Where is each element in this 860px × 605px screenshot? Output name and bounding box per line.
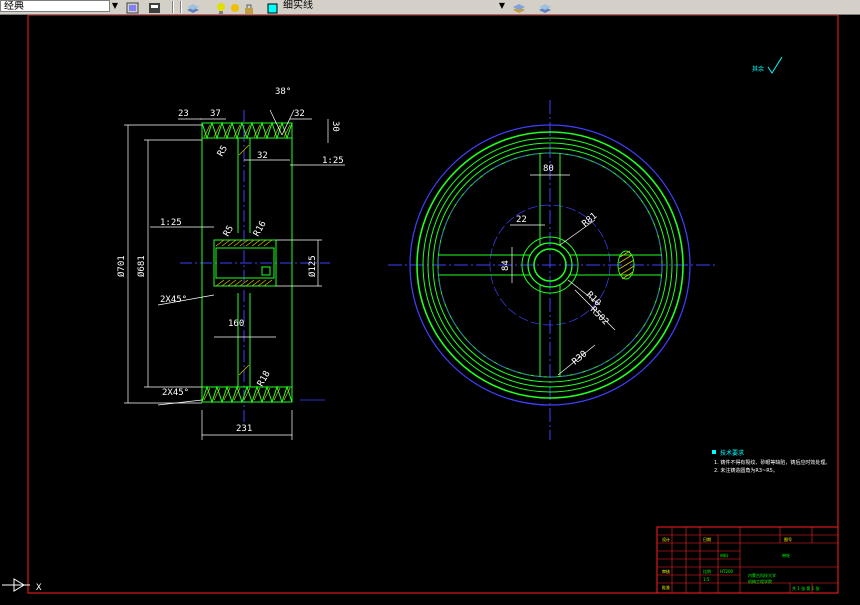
- chevron-down-icon[interactable]: ▼: [109, 0, 121, 12]
- toolbar: 经典 ▼ 细实线 ▼: [0, 0, 860, 15]
- tb-scale: 1:5: [703, 577, 710, 582]
- tb-drawing-no: 图号: [784, 536, 792, 542]
- right-front-view: [388, 100, 718, 440]
- layer-color-icon[interactable]: [266, 0, 280, 14]
- notes-line-2: 2. 未注铸造圆角为R3~R5。: [714, 467, 778, 474]
- dim-style-icon[interactable]: [126, 0, 140, 14]
- tb-school: 内蒙古科技大学: [748, 572, 776, 578]
- sun-icon[interactable]: [228, 0, 242, 13]
- tb-sheet: 共 1 张 第 1 张: [792, 585, 819, 591]
- dim-angle-38: 38°: [275, 87, 291, 97]
- tb-date-label: 日期: [703, 536, 711, 542]
- dim-160: 160: [228, 319, 244, 329]
- table-style-icon[interactable]: [148, 0, 162, 13]
- technical-notes: 技术要求 1. 铸件不得有裂纹、砂眼等缺陷，铸后应时效处理。 2. 未注铸造圆角…: [712, 449, 830, 474]
- right-view-dimensions: 80 22 R81 84 R10 R502 R30: [501, 164, 610, 367]
- tb-design-label: 设计: [662, 536, 670, 542]
- text-style-value: 经典: [4, 1, 24, 12]
- dim-32-mid: 32: [257, 151, 268, 161]
- tb-part-name: 带轮: [782, 552, 790, 558]
- drawing-canvas[interactable]: 23 37 38° 32 30 R5 32 1:25 1:25 R5 R16 Ø…: [0, 15, 860, 605]
- lightbulb-icon[interactable]: [214, 0, 228, 14]
- ucs-x-label: X: [36, 583, 42, 593]
- toolbar-separator: [180, 1, 182, 13]
- drawing-area[interactable]: 23 37 38° 32 30 R5 32 1:25 1:25 R5 R16 Ø…: [0, 15, 860, 605]
- chevron-down-icon[interactable]: ▼: [496, 0, 508, 12]
- dim-r81: R81: [581, 211, 600, 229]
- dim-231: 231: [236, 424, 252, 434]
- make-current-icon[interactable]: [512, 0, 526, 13]
- tb-material: HT200: [720, 569, 734, 574]
- dim-taper-right: 1:25: [322, 156, 344, 166]
- tb-approve-label: 批准: [662, 584, 670, 590]
- lock-icon[interactable]: [242, 0, 256, 14]
- dim-r18: R18: [256, 369, 273, 388]
- roughness-label: 其余: [752, 65, 764, 73]
- tb-scale-label: 比例: [703, 568, 711, 574]
- dim-37: 37: [210, 109, 221, 119]
- dim-80: 80: [543, 164, 554, 174]
- dim-23: 23: [178, 109, 189, 119]
- notes-title: 技术要求: [720, 449, 744, 457]
- dim-84: 84: [501, 260, 511, 271]
- roughness-symbol: 其余: [752, 56, 783, 74]
- tb-material-label: 材料: [720, 552, 728, 558]
- dim-r502: R502: [588, 305, 610, 327]
- dim-chamfer-hub: 2X45°: [160, 295, 187, 305]
- dim-phi125: Ø125: [307, 255, 318, 277]
- layer-previous-icon[interactable]: [538, 0, 552, 13]
- dim-r5-top: R5: [216, 144, 230, 158]
- dim-22: 22: [516, 215, 527, 225]
- dim-32-top: 32: [294, 109, 305, 119]
- tb-check-label: 审核: [662, 568, 670, 574]
- text-style-combo[interactable]: 经典: [0, 0, 110, 12]
- drawing-border: [27, 15, 839, 594]
- layer-combo[interactable]: 细实线: [280, 0, 510, 12]
- dim-r5-hub: R5: [222, 224, 236, 238]
- dim-30: 30: [330, 121, 340, 132]
- dim-taper-left: 1:25: [160, 218, 182, 228]
- layer-combo-value: 细实线: [283, 0, 313, 11]
- toolbar-separator: [172, 1, 174, 13]
- dim-chamfer-bottom: 2X45°: [162, 388, 189, 398]
- layer-manager-icon[interactable]: [186, 0, 200, 13]
- tb-subtitle: 机械工程学院: [748, 578, 772, 584]
- dim-phi701: Ø701: [116, 255, 127, 277]
- ucs-icon: X: [2, 578, 42, 593]
- notes-line-1: 1. 铸件不得有裂纹、砂眼等缺陷，铸后应时效处理。: [714, 459, 830, 466]
- dim-r16: R16: [252, 219, 269, 238]
- dim-phi681: Ø681: [136, 255, 147, 277]
- title-block: 设计 审核 批准 日期 材料 HT200 比例 1:5 图号 带轮 内蒙古科技大…: [656, 526, 839, 594]
